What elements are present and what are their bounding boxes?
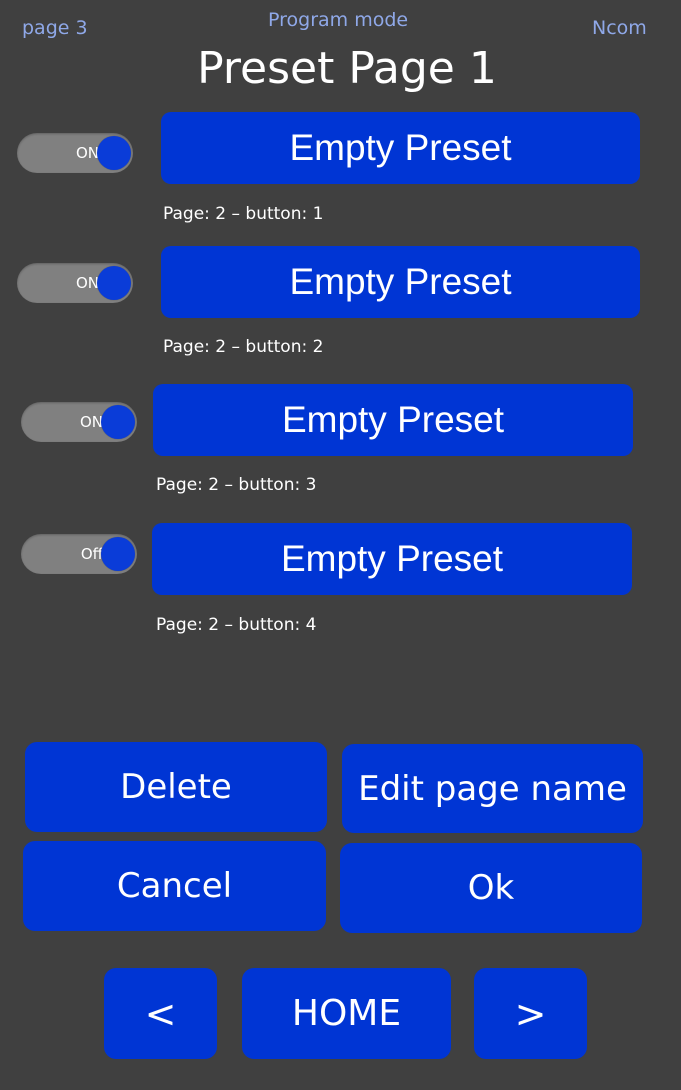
preset-button-2[interactable]: Empty Preset <box>161 246 640 318</box>
page-title: Preset Page 1 <box>197 43 497 94</box>
preset-caption-3: Page: 2 – button: 3 <box>156 475 317 495</box>
preset-toggle-1[interactable]: ON <box>17 133 133 173</box>
ncom-label: Ncom <box>592 17 647 39</box>
delete-button[interactable]: Delete <box>25 742 327 832</box>
mode-label: Program mode <box>268 9 409 31</box>
toggle-label: Off <box>80 545 103 563</box>
preset-caption-1: Page: 2 – button: 1 <box>163 204 324 224</box>
preset-button-1[interactable]: Empty Preset <box>161 112 640 184</box>
toggle-label: ON <box>75 274 99 292</box>
toggle-knob <box>97 266 131 300</box>
previous-page-button[interactable]: < <box>104 968 217 1059</box>
preset-button-3[interactable]: Empty Preset <box>153 384 633 456</box>
ok-button[interactable]: Ok <box>340 843 642 933</box>
toggle-knob <box>97 136 131 170</box>
preset-caption-4: Page: 2 – button: 4 <box>156 615 317 635</box>
toggle-label: ON <box>75 144 99 162</box>
home-button[interactable]: HOME <box>242 968 451 1059</box>
cancel-button[interactable]: Cancel <box>23 841 326 931</box>
preset-button-4[interactable]: Empty Preset <box>152 523 632 595</box>
next-page-button[interactable]: > <box>474 968 587 1059</box>
edit-page-name-button[interactable]: Edit page name <box>342 744 643 833</box>
toggle-knob <box>101 537 135 571</box>
preset-toggle-4[interactable]: Off <box>21 534 137 574</box>
toggle-knob <box>101 405 135 439</box>
page-indicator: page 3 <box>22 17 88 39</box>
preset-caption-2: Page: 2 – button: 2 <box>163 337 324 357</box>
preset-toggle-2[interactable]: ON <box>17 263 133 303</box>
preset-toggle-3[interactable]: ON <box>21 402 137 442</box>
toggle-label: ON <box>79 413 103 431</box>
